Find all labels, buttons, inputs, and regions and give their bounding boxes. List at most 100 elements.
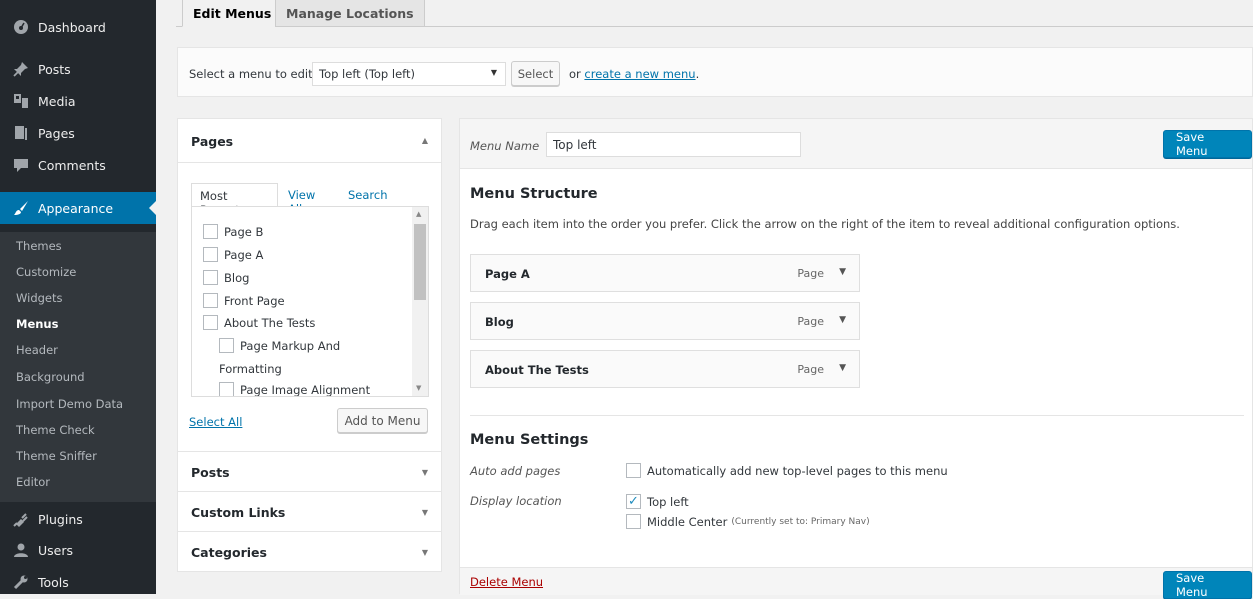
submenu-widgets[interactable]: Widgets <box>16 291 63 305</box>
categories-section-title[interactable]: Categories <box>191 545 267 560</box>
auto-add-label: Auto add pages <box>470 464 561 478</box>
auto-add-checkbox[interactable] <box>626 463 641 478</box>
paintbrush-icon <box>0 200 38 216</box>
tab-manage-locations[interactable]: Manage Locations <box>275 0 425 27</box>
menu-item-title: About The Tests <box>485 363 589 377</box>
checkbox[interactable] <box>219 382 234 396</box>
list-item[interactable]: Front Page <box>203 293 285 308</box>
delete-menu-link[interactable]: Delete Menu <box>470 575 543 589</box>
chevron-down-icon: ▼ <box>490 68 497 77</box>
menu-item[interactable]: Page A Page ▼ <box>470 254 860 292</box>
save-menu-button-bottom[interactable]: Save Menu <box>1163 571 1252 599</box>
page-label: Front Page <box>224 293 285 308</box>
menu-item[interactable]: Blog Page ▼ <box>470 302 860 340</box>
scroll-thumb[interactable] <box>414 224 426 300</box>
menu-select-dropdown[interactable]: Top left (Top left) ▼ <box>312 62 506 86</box>
submenu-customize[interactable]: Customize <box>16 265 76 279</box>
custom-links-section-title[interactable]: Custom Links <box>191 505 285 520</box>
checkbox[interactable] <box>203 247 218 262</box>
create-menu-text: or create a new menu. <box>569 67 699 81</box>
list-item[interactable]: Page Image Alignment <box>219 382 370 396</box>
menu-select-value: Top left (Top left) <box>319 67 416 81</box>
submenu-import-demo-data[interactable]: Import Demo Data <box>16 397 123 411</box>
auto-add-option[interactable]: Automatically add new top-level pages to… <box>626 463 948 478</box>
list-item[interactable]: Page Markup And <box>219 338 340 353</box>
location-option-middle-center[interactable]: Middle Center (Currently set to: Primary… <box>626 514 870 529</box>
save-menu-button[interactable]: Save Menu <box>1163 130 1252 158</box>
active-pointer <box>149 201 156 215</box>
location-name: Top left <box>647 494 689 509</box>
chevron-up-icon[interactable]: ▲ <box>422 136 428 145</box>
submenu-background[interactable]: Background <box>16 370 85 384</box>
scrollbar[interactable]: ▲ ▼ <box>412 207 428 396</box>
page-label-continued: Formatting <box>219 362 282 376</box>
menu-name-input[interactable] <box>546 132 801 157</box>
sidebar-item-media[interactable]: Media <box>0 85 156 117</box>
checkbox[interactable] <box>203 224 218 239</box>
list-item[interactable]: Blog <box>203 270 249 285</box>
sidebar-item-posts[interactable]: Posts <box>0 53 156 85</box>
sidebar-item-dashboard[interactable]: Dashboard <box>0 11 156 43</box>
sidebar-item-label: Plugins <box>38 511 83 527</box>
select-all-link[interactable]: Select All <box>189 415 242 429</box>
scroll-up-icon[interactable]: ▲ <box>416 210 421 218</box>
page-label: Page A <box>224 247 264 262</box>
menu-structure-help: Drag each item into the order you prefer… <box>470 217 1180 231</box>
submenu-editor[interactable]: Editor <box>16 475 50 489</box>
checkbox[interactable] <box>203 315 218 330</box>
divider <box>470 415 1244 416</box>
sidebar-item-label: Users <box>38 542 74 558</box>
sidebar-item-comments[interactable]: Comments <box>0 149 156 181</box>
checkbox[interactable] <box>203 270 218 285</box>
expand-arrow-icon[interactable]: ▼ <box>839 363 846 373</box>
sidebar-item-pages[interactable]: Pages <box>0 117 156 149</box>
sidebar-item-label: Comments <box>38 157 106 173</box>
chevron-down-icon[interactable]: ▼ <box>422 468 428 477</box>
menu-item-type: Page <box>797 267 824 280</box>
submenu-header[interactable]: Header <box>16 343 58 357</box>
menu-name-label: Menu Name <box>470 139 540 153</box>
sidebar-item-tools[interactable]: Tools <box>0 566 156 598</box>
submenu-theme-sniffer[interactable]: Theme Sniffer <box>16 449 97 463</box>
menu-item[interactable]: About The Tests Page ▼ <box>470 350 860 388</box>
tab-most-recent[interactable]: Most Recent <box>191 183 278 217</box>
submenu-theme-check[interactable]: Theme Check <box>16 423 95 437</box>
location-option-top-left[interactable]: ✓ Top left <box>626 494 689 509</box>
expand-arrow-icon[interactable]: ▼ <box>839 267 846 277</box>
chevron-down-icon[interactable]: ▼ <box>422 548 428 557</box>
select-menu-button[interactable]: Select <box>511 61 560 86</box>
posts-section-title[interactable]: Posts <box>191 465 230 480</box>
chevron-down-icon[interactable]: ▼ <box>422 508 428 517</box>
sidebar-item-plugins[interactable]: Plugins <box>0 503 156 535</box>
pages-section-title[interactable]: Pages <box>191 134 233 149</box>
add-to-menu-button[interactable]: Add to Menu <box>337 408 428 433</box>
dashboard-icon <box>0 19 38 35</box>
select-menu-label: Select a menu to edit: <box>189 67 317 81</box>
tab-edit-menus[interactable]: Edit Menus <box>182 0 283 27</box>
create-new-menu-link[interactable]: create a new menu <box>584 67 695 81</box>
checkbox[interactable] <box>626 514 641 529</box>
menu-settings-title: Menu Settings <box>470 432 589 448</box>
location-note: (Currently set to: Primary Nav) <box>731 516 870 527</box>
sidebar-item-appearance[interactable]: Appearance <box>0 192 156 224</box>
submenu-menus[interactable]: Menus <box>16 317 58 331</box>
sidebar-item-users[interactable]: Users <box>0 534 156 566</box>
checkbox[interactable] <box>219 338 234 353</box>
wrench-icon <box>0 574 38 590</box>
scroll-down-icon[interactable]: ▼ <box>416 384 421 392</box>
list-item[interactable]: Page A <box>203 247 263 262</box>
divider <box>178 451 441 452</box>
menu-item-type: Page <box>797 315 824 328</box>
submenu-themes[interactable]: Themes <box>16 239 62 253</box>
list-item[interactable]: About The Tests <box>203 315 315 330</box>
tab-view-all[interactable]: View All <box>280 183 323 216</box>
tab-search[interactable]: Search <box>340 183 396 207</box>
sidebar-item-label: Tools <box>38 574 69 590</box>
expand-arrow-icon[interactable]: ▼ <box>839 315 846 325</box>
list-item[interactable]: Page B <box>203 224 263 239</box>
appearance-submenu: Themes Customize Widgets Menus Header Ba… <box>0 232 156 502</box>
pages-checklist[interactable]: Page B Page A Blog Front Page About The … <box>191 206 429 397</box>
checkbox-checked[interactable]: ✓ <box>626 494 641 509</box>
checkbox[interactable] <box>203 293 218 308</box>
divider <box>178 162 441 163</box>
